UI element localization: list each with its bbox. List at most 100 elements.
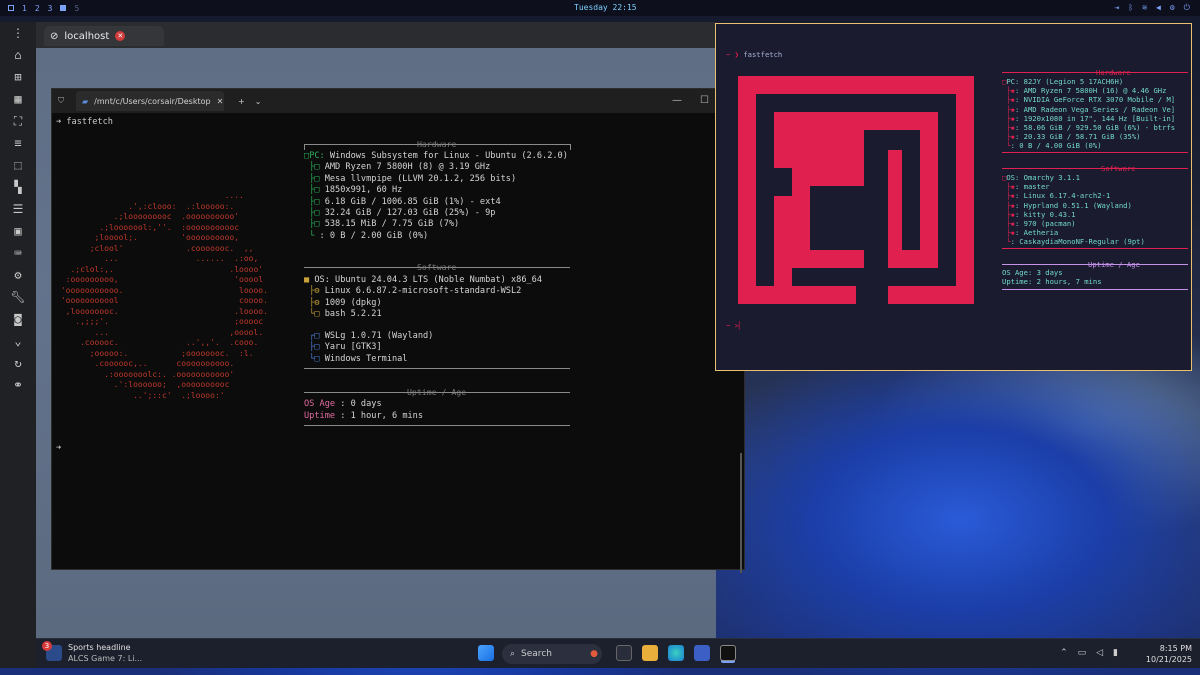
- info-value: OS: Ubuntu 24.04.3 LTS (Noble Numbat) x8…: [314, 275, 543, 285]
- info-value: PC: 82JY (Legion 5 17ACH6H): [1006, 77, 1124, 86]
- select-icon[interactable]: ⬚: [0, 154, 36, 176]
- workspace-2[interactable]: 2: [35, 4, 40, 13]
- taskbar-time: 8:15 PM: [1159, 644, 1192, 653]
- minimize-icon[interactable]: —: [672, 95, 682, 106]
- info-item: ├⚙ Linux 6.6.87.2-microsoft-standard-WSL…: [304, 286, 542, 297]
- settings-icon[interactable]: ⚙: [1170, 3, 1175, 13]
- kitty-prompt-2-text: ~ >: [726, 321, 739, 330]
- info-value: : CaskaydiaMonoNF-Regular (9pt): [1010, 237, 1145, 247]
- info-value: Linux 6.6.87.2-microsoft-standard-WSL2: [324, 286, 522, 297]
- terminal-tab[interactable]: ▰ /mnt/c/Users/corsair/Desktop ✕: [76, 91, 224, 111]
- info-item: ├▪: 20.33 GiB / 58.71 GiB (35%): [1002, 132, 1175, 141]
- tree-branch-icon: ├□: [304, 208, 325, 219]
- tree-branch-icon: ├▪: [1002, 209, 1015, 219]
- close-tab-icon[interactable]: ✕: [115, 31, 126, 41]
- fullscreen-icon[interactable]: ⛶: [0, 110, 36, 132]
- home-icon[interactable]: ⌂: [0, 44, 36, 66]
- volume-icon[interactable]: ◀: [1156, 3, 1161, 13]
- info-value: WSLg 1.0.71 (Wayland): [324, 331, 434, 341]
- kitty-terminal-window[interactable]: ~ ❯ fastfetch Hardware □PC: 82JY (Legion…: [715, 23, 1192, 371]
- logo-line: ,loooooooc. .loooo.: [56, 306, 268, 316]
- menu-icon[interactable]: ⋮: [0, 22, 36, 44]
- store-icon[interactable]: [694, 645, 710, 661]
- logo-line: ... ,ooool.: [56, 327, 264, 337]
- prompt-command: fastfetch: [66, 117, 113, 127]
- news-widget[interactable]: 3 Sports headline ALCS Game 7: Li...: [42, 641, 142, 664]
- up-box-bottom: [304, 425, 570, 426]
- tree-branch-icon: ├▪: [1002, 228, 1015, 238]
- grid-icon[interactable]: ▦: [0, 88, 36, 110]
- kitty-prompt-2[interactable]: ~ >▏: [726, 321, 743, 330]
- workspace-3[interactable]: 3: [48, 4, 53, 13]
- browser-tab[interactable]: ⊘ localhost ✕: [44, 26, 164, 46]
- tree-branch-icon: └□: [304, 309, 325, 320]
- info-item: ■ OS: Ubuntu 24.04.3 LTS (Noble Numbat) …: [304, 275, 542, 286]
- kitty-sw-bottom: [1002, 248, 1188, 249]
- camera-icon[interactable]: ◙: [0, 308, 36, 330]
- taskbar-clock[interactable]: 8:15 PM 10/21/2025: [1146, 643, 1192, 665]
- logo-line: .;looooooooc .oooooooooo': [56, 212, 240, 221]
- info-value: : 0 B / 4.00 GiB (0%): [1010, 141, 1102, 151]
- kitty-up-top: [1002, 264, 1188, 265]
- taskbar-search[interactable]: ⌕ Search ●: [502, 644, 602, 664]
- info-value: : 58.06 GiB / 929.50 GiB (6%) - btrfs: [1014, 123, 1176, 133]
- chevron-down-icon[interactable]: ⌄: [0, 330, 36, 352]
- tree-branch-icon: ├□: [304, 162, 325, 173]
- wrench-icon[interactable]: 🔧︎: [0, 286, 36, 308]
- info-value: : Aetheria: [1014, 228, 1059, 238]
- info-item: ├▪: Aetheria: [1002, 228, 1145, 237]
- power-icon[interactable]: ⏻: [1184, 3, 1190, 13]
- info-item: □OS: Omarchy 3.1.1: [1002, 173, 1145, 182]
- window-icon[interactable]: ▣: [0, 220, 36, 242]
- list2-icon[interactable]: ☰: [0, 198, 36, 220]
- start-icon[interactable]: [478, 645, 494, 661]
- os-age-label: OS Age: [304, 399, 336, 409]
- ubuntu-icon: ▰: [82, 96, 89, 106]
- bluetooth-icon[interactable]: ᛒ: [1128, 3, 1133, 13]
- battery-icon[interactable]: ▮: [1113, 648, 1118, 658]
- maximize-icon[interactable]: ☐: [700, 95, 709, 106]
- gear-icon[interactable]: ⚙: [0, 264, 36, 286]
- hw-box-edge-r: [570, 144, 571, 150]
- tree-branch-icon: ■: [304, 275, 315, 285]
- info-value: : kitty 0.43.1: [1014, 209, 1076, 219]
- workspace-icon[interactable]: [8, 5, 14, 11]
- info-item: □PC: 82JY (Legion 5 17ACH6H): [1002, 77, 1175, 86]
- link-icon[interactable]: ⚭: [0, 374, 36, 396]
- refresh-icon[interactable]: ↻: [0, 352, 36, 374]
- pinned-apps: [616, 645, 736, 661]
- volume-icon[interactable]: ◁: [1096, 648, 1103, 658]
- terminal-scrollbar[interactable]: [740, 453, 742, 573]
- workspace-active-icon[interactable]: [60, 5, 67, 11]
- network-icon[interactable]: ▭: [1078, 648, 1087, 658]
- new-tab-icon[interactable]: +: [238, 97, 245, 106]
- hardware-item: ├□ Mesa llvmpipe (LLVM 20.1.2, 256 bits): [304, 174, 568, 185]
- workspace-5[interactable]: 5: [74, 4, 79, 13]
- terminal-app-icon[interactable]: [720, 645, 736, 661]
- logo-line: 'ooooooooool coooo.: [56, 296, 268, 305]
- info-value: : Hyprland 0.51.1 (Wayland): [1014, 200, 1132, 210]
- tile-icon[interactable]: ▚: [0, 176, 36, 198]
- add-icon[interactable]: ⊞: [0, 66, 36, 88]
- edge-icon[interactable]: [668, 645, 684, 661]
- exit-icon[interactable]: ⇥: [1115, 3, 1120, 13]
- workspace-1[interactable]: 1: [22, 4, 27, 13]
- terminal-body[interactable]: ➜ fastfetch .... .',:clooo: .:looooo:. .…: [52, 113, 744, 573]
- hardware-value: : 0 B / 2.00 GiB (0%): [319, 230, 429, 241]
- sw-box-top: [304, 267, 570, 268]
- top-clock[interactable]: Tuesday 22:15: [574, 3, 637, 12]
- file-explorer-icon[interactable]: [642, 645, 658, 661]
- wifi-icon[interactable]: ≋: [1142, 3, 1147, 13]
- terminal-titlebar: ⛉ ▰ /mnt/c/Users/corsair/Desktop ✕ + ⌄ —…: [52, 89, 744, 113]
- list-icon[interactable]: ≡: [0, 132, 36, 154]
- logo-line: .,;;;'. ;ooooc: [56, 317, 264, 326]
- logo-line: ;clool' .cooooooc. ,,: [56, 243, 254, 253]
- tree-branch-icon: ├□: [304, 196, 325, 207]
- os-age-value: : 0 days: [340, 399, 382, 409]
- kitty-hw-bottom: [1002, 152, 1188, 153]
- chevron-up-icon[interactable]: ⌃: [1060, 648, 1068, 658]
- task-view-icon[interactable]: [616, 645, 632, 661]
- keyboard-icon[interactable]: ⌨: [0, 242, 36, 264]
- close-icon[interactable]: ✕: [217, 97, 224, 106]
- chevron-down-icon[interactable]: ⌄: [255, 97, 262, 106]
